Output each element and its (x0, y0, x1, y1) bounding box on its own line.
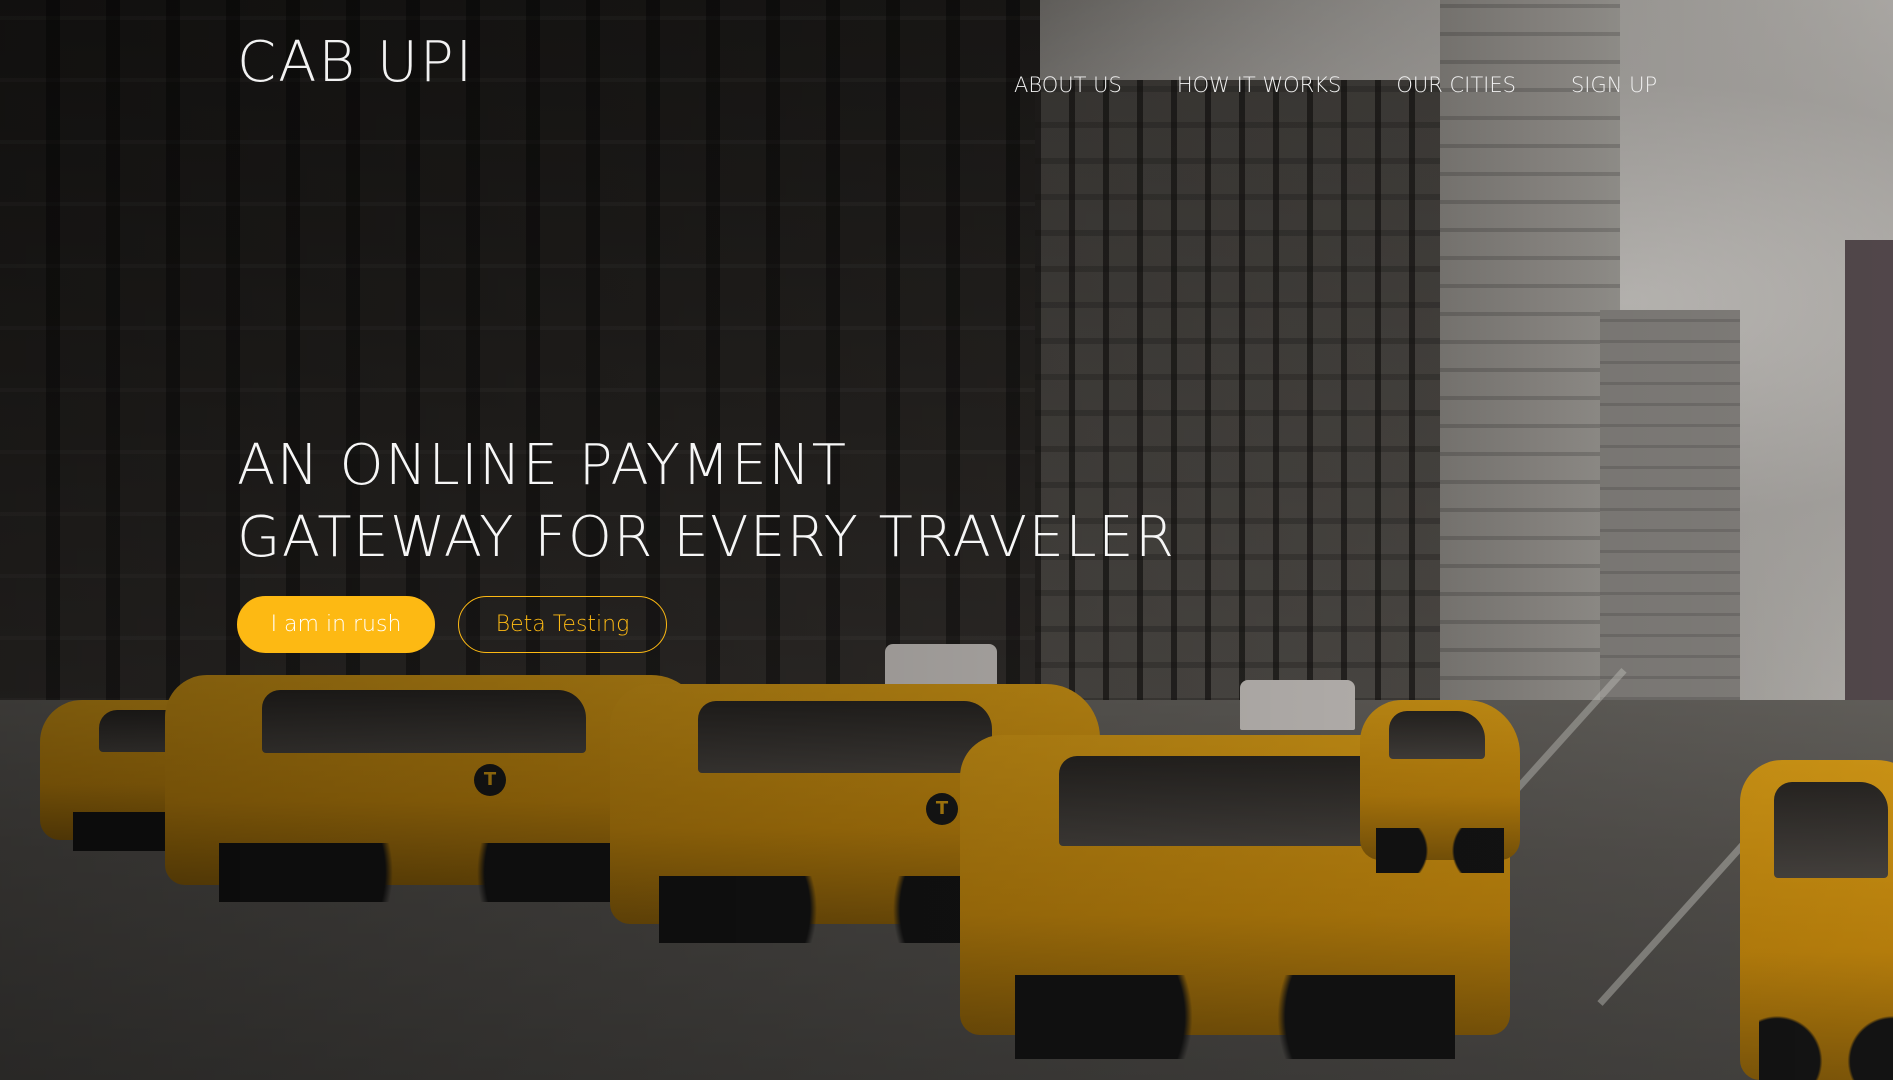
hero-headline: AN ONLINE PAYMENT GATEWAY FOR EVERY TRAV… (237, 430, 1175, 574)
i-am-in-rush-button[interactable]: I am in rush (237, 596, 435, 653)
nav-item-our-cities[interactable]: OUR CITIES (1396, 70, 1516, 100)
nav-item-about-us[interactable]: ABOUT US (1014, 70, 1122, 100)
hero-section: T T CAB UPI ABOUT US HOW IT WORKS OUR CI… (0, 0, 1893, 1080)
nav-item-how-it-works[interactable]: HOW IT WORKS (1177, 70, 1341, 100)
hero-headline-line-2: GATEWAY FOR EVERY TRAVELER (237, 505, 1176, 570)
nav-item-sign-up[interactable]: SIGN UP (1571, 70, 1657, 100)
hero-headline-line-1: AN ONLINE PAYMENT (237, 433, 848, 498)
beta-testing-button[interactable]: Beta Testing (458, 596, 667, 653)
brand-logo[interactable]: CAB UPI (237, 30, 474, 96)
top-nav: ABOUT US HOW IT WORKS OUR CITIES SIGN UP (1014, 70, 1657, 100)
